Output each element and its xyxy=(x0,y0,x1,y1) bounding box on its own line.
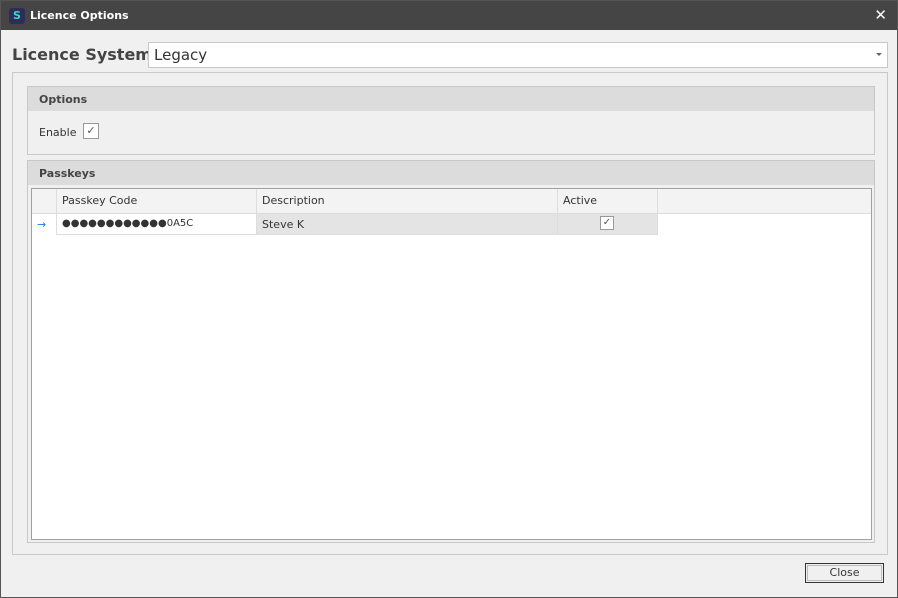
passkeys-group: Passkeys Passkey Code Description Active… xyxy=(27,160,875,543)
chevron-down-icon xyxy=(876,53,882,56)
column-header-description[interactable]: Description xyxy=(257,189,558,213)
content-panel: Options Enable ✓ Passkeys Passkey Code D… xyxy=(12,72,888,555)
passkeys-grid: Passkey Code Description Active → ●●●●●●… xyxy=(31,188,872,540)
licence-system-select[interactable]: Legacy xyxy=(148,42,888,68)
table-row[interactable]: → ●●●●●●●●●●●●0A5C Steve K ✓ xyxy=(32,214,658,235)
options-group: Options Enable ✓ xyxy=(27,86,875,155)
description-cell[interactable]: Steve K xyxy=(257,214,558,235)
title-bar: S Licence Options ✕ xyxy=(1,1,897,30)
app-logo-icon: S xyxy=(9,8,25,24)
licence-system-value: Legacy xyxy=(154,46,208,64)
close-icon[interactable]: ✕ xyxy=(874,6,887,24)
active-checkbox[interactable]: ✓ xyxy=(600,216,614,230)
column-header-passkey-code[interactable]: Passkey Code xyxy=(57,189,257,213)
current-row-arrow-icon: → xyxy=(32,214,57,235)
enable-checkbox[interactable]: ✓ xyxy=(83,123,99,139)
licence-system-label: Licence System xyxy=(12,45,152,64)
enable-label: Enable xyxy=(39,126,77,139)
close-button[interactable]: Close xyxy=(805,563,884,583)
active-cell[interactable]: ✓ xyxy=(558,214,658,235)
window-title: Licence Options xyxy=(30,9,129,22)
row-indicator-header xyxy=(32,189,57,213)
licence-options-dialog: S Licence Options ✕ Licence System Legac… xyxy=(0,0,898,598)
passkeys-header: Passkeys xyxy=(28,161,874,185)
options-header: Options xyxy=(28,87,874,111)
grid-header: Passkey Code Description Active xyxy=(32,189,871,214)
column-header-active[interactable]: Active xyxy=(558,189,658,213)
passkey-code-cell[interactable]: ●●●●●●●●●●●●0A5C xyxy=(57,214,257,235)
